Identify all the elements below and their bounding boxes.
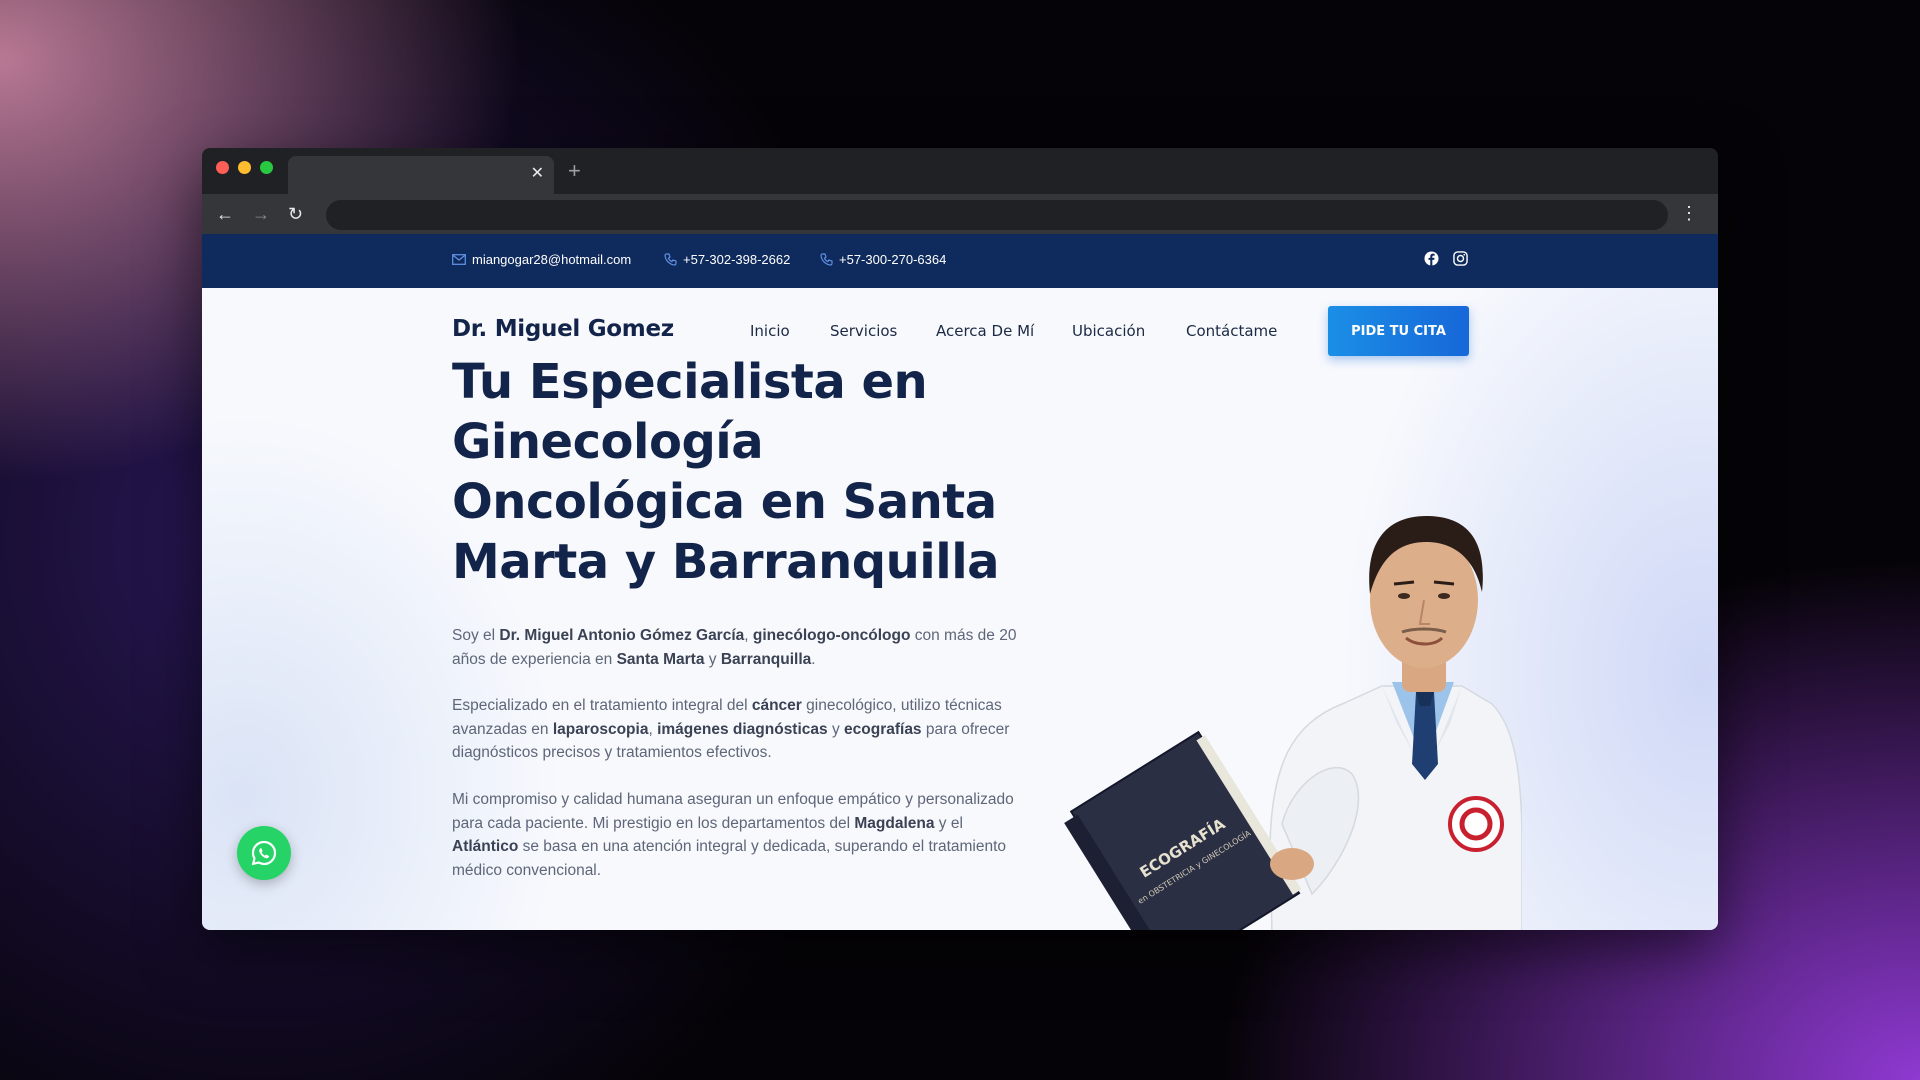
text: Especializado en el tratamiento integral… — [452, 697, 752, 714]
region: Atlántico — [452, 838, 519, 855]
text: se basa en una atención integral y dedic… — [452, 838, 1007, 879]
phone-contact-2[interactable]: +57-300-270-6364 — [820, 252, 946, 267]
city: Barranquilla — [720, 650, 812, 668]
site-logo[interactable]: Dr. Miguel Gomez — [452, 316, 674, 342]
commitment-paragraph: Mi compromiso y calidad humana aseguran … — [452, 788, 1022, 882]
specialty: ginecólogo-oncólogo — [752, 627, 911, 644]
new-tab-button[interactable]: + — [568, 160, 581, 182]
specialization-paragraph: Especializado en el tratamiento integral… — [452, 694, 1022, 765]
intro-paragraph: Soy el Dr. Miguel Antonio Gómez García, … — [452, 624, 1022, 671]
address-bar[interactable] — [326, 200, 1668, 230]
hero-title-line: Tu Especialista en — [452, 354, 928, 410]
phone-text-2: +57-300-270-6364 — [839, 252, 947, 267]
hero-title-line: Marta y Barranquilla — [452, 534, 1000, 590]
whatsapp-icon — [251, 840, 277, 866]
keyword: laparoscopia — [552, 720, 649, 738]
email-text: miangogar28@hotmail.com — [472, 252, 632, 267]
whatsapp-button[interactable] — [237, 826, 291, 880]
text: Soy el — [452, 627, 500, 644]
contact-topbar: miangogar28@hotmail.com +57-302-398-2662… — [202, 234, 1718, 288]
city: Santa Marta — [616, 650, 705, 668]
browser-tab-bar: ✕ + — [202, 148, 1718, 194]
text: y — [827, 720, 845, 738]
phone-icon — [820, 253, 833, 266]
doctor-photo: ECOGRAFÍA en OBSTETRICIA y GINECOLOGÍA — [1064, 516, 1522, 930]
window-controls — [216, 161, 273, 174]
text: . — [811, 650, 816, 668]
email-contact[interactable]: miangogar28@hotmail.com — [452, 252, 631, 267]
text: , — [648, 720, 658, 738]
phone-text-1: +57-302-398-2662 — [683, 252, 791, 267]
hero-title-line: Ginecología — [452, 414, 764, 470]
reload-icon[interactable]: ↻ — [288, 204, 303, 224]
web-page: miangogar28@hotmail.com +57-302-398-2662… — [202, 234, 1718, 930]
forward-icon[interactable]: → — [252, 204, 270, 224]
text: y el — [934, 814, 963, 832]
region: Magdalena — [854, 814, 935, 832]
close-window-button[interactable] — [216, 161, 229, 174]
instagram-icon[interactable] — [1453, 251, 1468, 266]
doctor-name: Dr. Miguel Antonio Gómez García — [499, 627, 745, 644]
nav-item-acerca[interactable]: Acerca De Mí — [936, 322, 1034, 340]
facebook-icon[interactable] — [1424, 251, 1439, 266]
browser-tab[interactable]: ✕ — [288, 156, 554, 194]
maximize-window-button[interactable] — [260, 161, 273, 174]
nav-item-ubicacion[interactable]: Ubicación — [1072, 322, 1145, 340]
nav-item-servicios[interactable]: Servicios — [830, 322, 897, 340]
hero-title-line: Oncológica en Santa — [452, 474, 997, 530]
browser-window: ✕ + ← → ↻ ⋮ miangogar28@hotmail.com +57-… — [202, 148, 1718, 930]
book-appointment-button[interactable]: PIDE TU CITA — [1328, 306, 1469, 356]
text: , — [744, 627, 753, 644]
back-icon[interactable]: ← — [216, 204, 234, 224]
keyword: cáncer — [751, 697, 802, 714]
browser-menu-icon[interactable]: ⋮ — [1680, 203, 1698, 223]
phone-contact-1[interactable]: +57-302-398-2662 — [664, 252, 790, 267]
hero-title: Tu Especialista en Ginecología Oncológic… — [452, 352, 1012, 592]
minimize-window-button[interactable] — [238, 161, 251, 174]
keyword: ecografías — [844, 720, 922, 738]
keyword: imágenes diagnósticas — [657, 720, 828, 738]
nav-item-contacto[interactable]: Contáctame — [1186, 322, 1277, 340]
close-tab-icon[interactable]: ✕ — [531, 164, 544, 184]
text: y — [704, 650, 721, 668]
nav-item-inicio[interactable]: Inicio — [750, 322, 790, 340]
browser-toolbar: ← → ↻ ⋮ — [202, 194, 1718, 234]
phone-icon — [664, 253, 677, 266]
mail-icon — [452, 254, 466, 265]
